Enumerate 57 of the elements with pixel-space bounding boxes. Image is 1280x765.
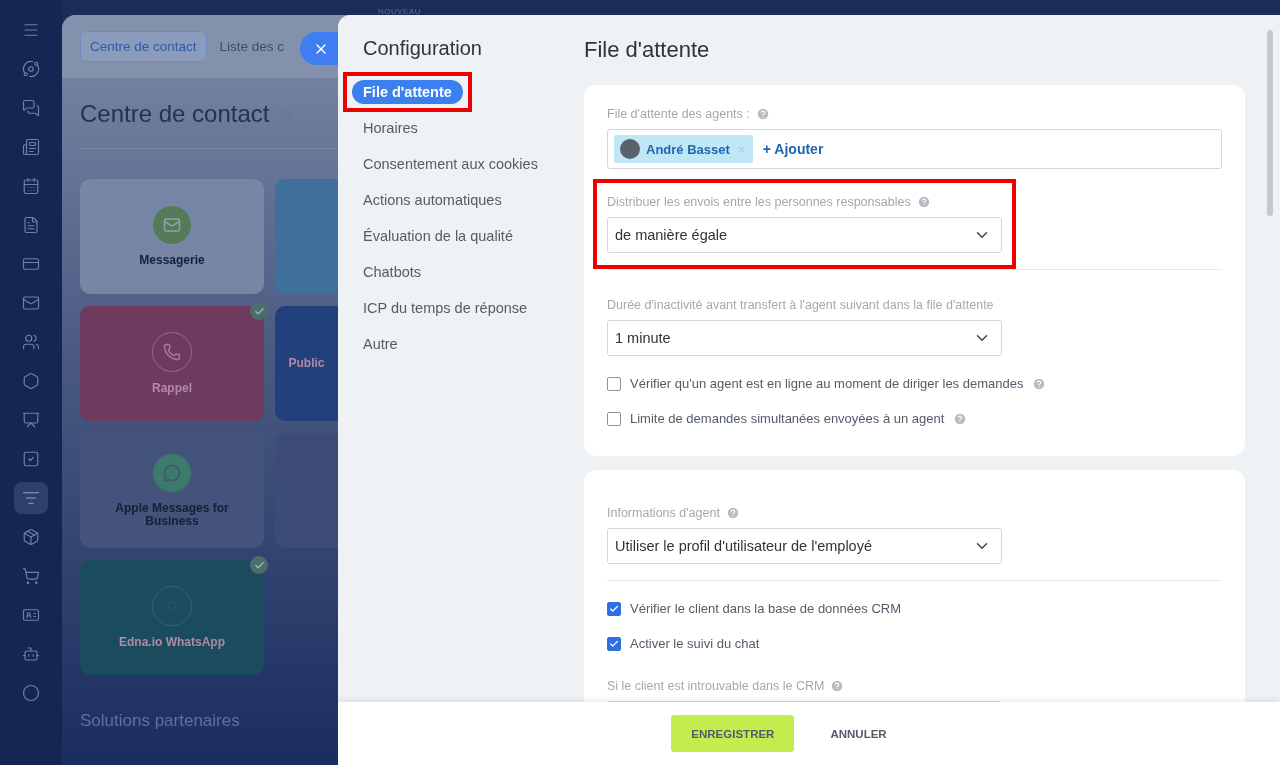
tile-label: Rappel bbox=[152, 382, 192, 395]
field-label: Informations d'agent bbox=[607, 506, 720, 520]
checkbox[interactable] bbox=[607, 376, 621, 391]
tile-label: Messagerie bbox=[139, 254, 205, 267]
select-field[interactable]: 1 minute bbox=[607, 320, 1002, 356]
avatar bbox=[620, 139, 640, 159]
speech-bubble-icon bbox=[153, 453, 191, 492]
field-label: File d'attente des agents : bbox=[607, 107, 750, 121]
menu-item[interactable]: File d'attente bbox=[352, 80, 463, 104]
menu-item[interactable]: Chatbots bbox=[352, 260, 433, 284]
page-title: Centre de contact bbox=[80, 100, 270, 128]
agent-tag[interactable]: André Basset bbox=[614, 135, 753, 163]
new-label: NOUVEAU bbox=[378, 7, 422, 16]
scrollbar-thumb[interactable] bbox=[1267, 30, 1273, 216]
help-icon[interactable] bbox=[1032, 376, 1047, 391]
envelope-icon bbox=[153, 206, 191, 244]
checkbox[interactable] bbox=[607, 411, 621, 426]
select-field[interactable]: Utiliser le profil d'utilisateur de l'employé bbox=[607, 528, 1002, 564]
checkbox-label: Limite de demandes simultanées envoyées à un agent bbox=[630, 411, 945, 426]
help-icon[interactable] bbox=[916, 195, 931, 209]
checkbox[interactable] bbox=[607, 601, 621, 616]
close-button[interactable] bbox=[300, 32, 338, 65]
menu-item[interactable]: Consentement aux cookies bbox=[352, 152, 549, 176]
help-icon[interactable] bbox=[953, 411, 968, 426]
save-button[interactable]: ENREGISTRER bbox=[671, 715, 795, 752]
channel-tile[interactable] bbox=[275, 179, 338, 294]
help-icon[interactable] bbox=[755, 107, 770, 121]
select-field[interactable]: de manière égale bbox=[607, 217, 1002, 253]
checkbox[interactable] bbox=[607, 636, 621, 651]
tile-label: Apple Messages for Business bbox=[114, 501, 230, 528]
field-label: Si le client est introuvable dans le CRM bbox=[607, 679, 825, 693]
section-heading: Solutions partenaires bbox=[80, 711, 240, 731]
tile-label: Public bbox=[288, 357, 325, 370]
checkbox-label: Activer le suivi du chat bbox=[630, 636, 760, 651]
checkbox-label: Vérifier le client dans la base de données CRM bbox=[630, 601, 901, 616]
cancel-button[interactable]: ANNULER bbox=[810, 715, 907, 752]
channel-tile[interactable] bbox=[275, 433, 338, 548]
help-icon[interactable] bbox=[725, 506, 740, 520]
menu-item[interactable]: Actions automatiques bbox=[352, 188, 513, 212]
help-icon[interactable] bbox=[830, 679, 845, 693]
agent-queue-field[interactable]: André Basset + Ajouter bbox=[607, 129, 1222, 169]
field-label: Durée d'inactivité avant transfert à l'agent suivant dans la file d'attente bbox=[607, 298, 994, 312]
channel-tile[interactable]: Messagerie bbox=[80, 179, 264, 294]
field-label: Distribuer les envois entre les personnes responsables bbox=[607, 195, 911, 209]
channel-tile[interactable]: Public bbox=[275, 306, 338, 421]
tile-label: Edna.io WhatsApp bbox=[119, 636, 225, 649]
menu-item[interactable]: Horaires bbox=[352, 116, 429, 140]
add-link[interactable]: + Ajouter bbox=[762, 141, 824, 157]
menu-item[interactable]: Autre bbox=[352, 332, 409, 356]
panel-title: Configuration bbox=[362, 37, 483, 60]
check-icon bbox=[609, 603, 619, 614]
checkbox-label: Vérifier qu'un agent est en ligne au moment de diriger les demandes bbox=[630, 376, 1024, 391]
menu-item[interactable]: Évaluation de la qualité bbox=[352, 224, 524, 248]
check-icon bbox=[609, 638, 619, 649]
section-title: File d'attente bbox=[584, 37, 711, 63]
filter-icon[interactable] bbox=[14, 482, 48, 514]
menu-item[interactable]: ICP du temps de réponse bbox=[352, 296, 539, 320]
